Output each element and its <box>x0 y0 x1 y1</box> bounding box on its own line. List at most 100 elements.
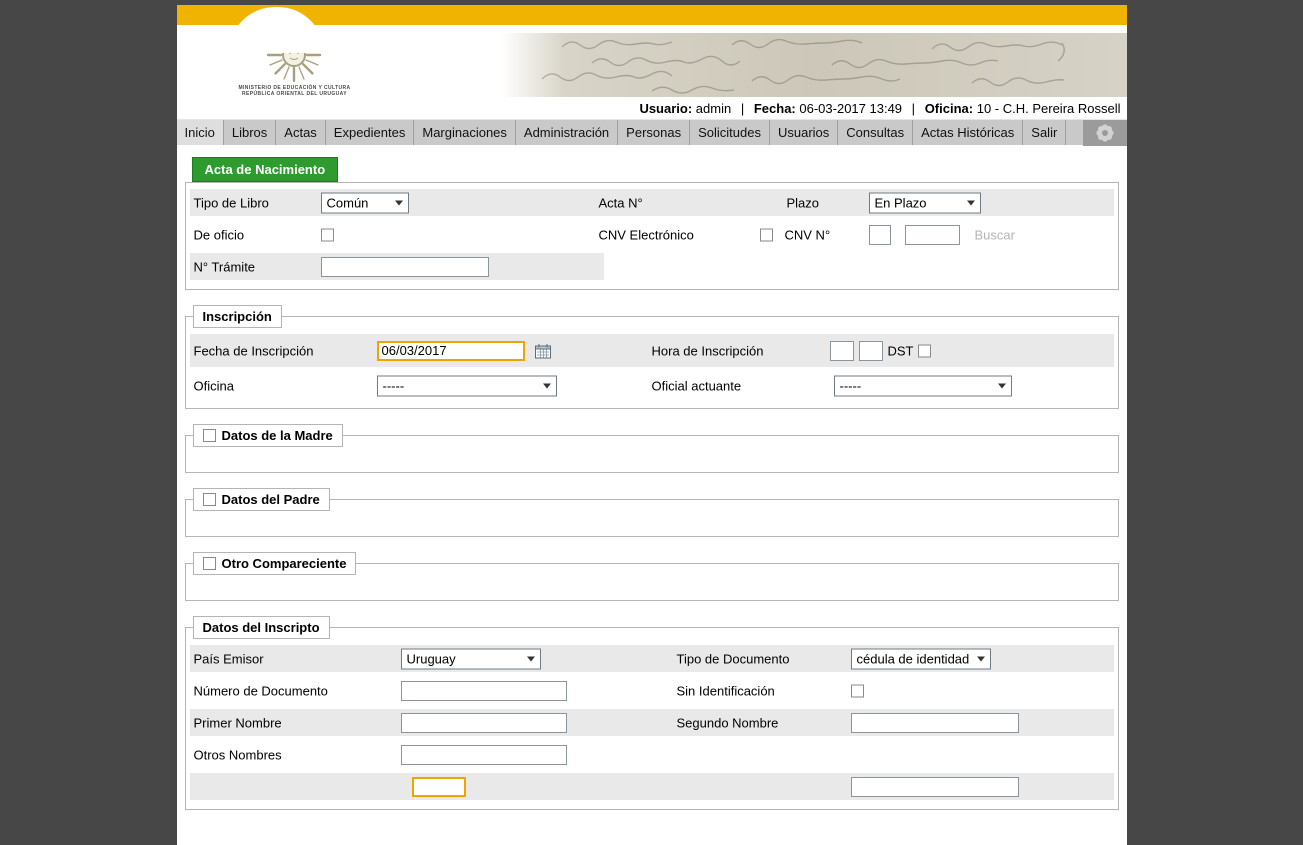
buscar-button[interactable]: Buscar <box>975 227 1015 242</box>
form-row: Fecha de Inscripción Hora de Inscripción… <box>190 334 1114 367</box>
plazo-label: Plazo <box>787 195 820 210</box>
chevron-down-icon <box>967 200 975 205</box>
user-label: Usuario: <box>639 101 692 116</box>
numero-documento-label: Número de Documento <box>194 683 328 698</box>
acta-general-section: Tipo de Libro Común Acta N° Plazo En Pla… <box>185 182 1119 290</box>
otros-nombres-input[interactable] <box>401 745 567 765</box>
inscripcion-section: Inscripción Fecha de Inscripción Hora de… <box>185 305 1119 409</box>
flower-icon <box>1095 123 1115 143</box>
padre-section: Datos del Padre <box>185 488 1119 537</box>
nav-tab-actas-historicas[interactable]: Actas Históricas <box>913 120 1023 145</box>
cnv-digit-input[interactable] <box>869 225 891 245</box>
chevron-down-icon <box>527 656 535 661</box>
pais-emisor-select[interactable]: Uruguay <box>401 648 541 669</box>
office-value: 10 - C.H. Pereira Rossell <box>977 101 1121 116</box>
user-value: admin <box>696 101 731 116</box>
plazo-select[interactable]: En Plazo <box>869 192 981 213</box>
otro-compareciente-empty-area <box>190 581 1114 591</box>
segundo-nombre-label: Segundo Nombre <box>677 715 779 730</box>
calendar-icon[interactable] <box>535 343 551 358</box>
form-row <box>190 773 1114 800</box>
hora-input[interactable] <box>830 341 854 361</box>
madre-legend: Datos de la Madre <box>193 424 343 447</box>
de-oficio-label: De oficio <box>194 227 245 242</box>
oficina-select[interactable]: ----- <box>377 375 557 396</box>
office-label: Oficina: <box>925 101 973 116</box>
separator: | <box>912 101 915 116</box>
fecha-inscripcion-input[interactable] <box>377 341 525 361</box>
inscripcion-legend: Inscripción <box>193 305 282 328</box>
nav-tab-salir[interactable]: Salir <box>1023 120 1066 145</box>
otro-compareciente-checkbox[interactable] <box>203 557 216 570</box>
date-value: 06-03-2017 13:49 <box>799 101 902 116</box>
otros-nombres-label: Otros Nombres <box>194 747 282 762</box>
nav-tab-libros[interactable]: Libros <box>224 120 276 145</box>
oficial-actuante-label: Oficial actuante <box>652 378 742 393</box>
dst-label: DST <box>888 343 914 358</box>
tipo-libro-select[interactable]: Común <box>321 192 409 213</box>
partial-input[interactable] <box>851 777 1019 797</box>
nav-tab-expedientes[interactable]: Expedientes <box>326 120 415 145</box>
sin-identificacion-checkbox[interactable] <box>851 684 864 697</box>
chevron-down-icon <box>977 656 985 661</box>
chevron-down-icon <box>543 383 551 388</box>
nav-tab-usuarios[interactable]: Usuarios <box>770 120 838 145</box>
fecha-inscripcion-label: Fecha de Inscripción <box>194 343 314 358</box>
session-info-bar: Usuario: admin | Fecha: 06-03-2017 13:49… <box>177 97 1127 119</box>
handwriting-decoration <box>502 33 1127 97</box>
top-gold-bar <box>177 5 1127 25</box>
separator: | <box>741 101 744 116</box>
nav-tab-inicio[interactable]: Inicio <box>177 120 224 145</box>
cnv-electronico-label: CNV Electrónico <box>599 227 694 242</box>
otro-compareciente-section: Otro Compareciente <box>185 552 1119 601</box>
padre-legend: Datos del Padre <box>193 488 330 511</box>
tramite-input[interactable] <box>321 257 489 277</box>
pais-emisor-label: País Emisor <box>194 651 264 666</box>
nav-tab-administracion[interactable]: Administración <box>516 120 618 145</box>
primer-nombre-input[interactable] <box>401 713 567 733</box>
minutos-input[interactable] <box>859 341 883 361</box>
hora-inscripcion-label: Hora de Inscripción <box>652 343 764 358</box>
sin-identificacion-label: Sin Identificación <box>677 683 775 698</box>
tipo-documento-select[interactable]: cédula de identidad <box>851 648 991 669</box>
form-row: De oficio CNV Electrónico CNV N° Buscar <box>190 221 1114 248</box>
form-row: Otros Nombres <box>190 741 1114 768</box>
segundo-nombre-input[interactable] <box>851 713 1019 733</box>
nav-tab-marginaciones[interactable]: Marginaciones <box>414 120 516 145</box>
form-row: Tipo de Libro Común Acta N° Plazo En Pla… <box>190 189 1114 216</box>
nav-tab-personas[interactable]: Personas <box>618 120 690 145</box>
main-content: Acta de Nacimiento Tipo de Libro Común A… <box>177 145 1127 845</box>
page-title: Acta de Nacimiento <box>192 157 339 182</box>
inscripto-section: Datos del Inscripto País Emisor Uruguay … <box>185 616 1119 810</box>
dst-checkbox[interactable] <box>918 344 931 357</box>
nav-tab-solicitudes[interactable]: Solicitudes <box>690 120 770 145</box>
otro-compareciente-legend: Otro Compareciente <box>193 552 357 575</box>
form-row: Número de Documento Sin Identificación <box>190 677 1114 704</box>
cnv-numero-input[interactable] <box>905 225 960 245</box>
cnv-electronico-checkbox[interactable] <box>760 228 773 241</box>
primer-nombre-label: Primer Nombre <box>194 715 282 730</box>
numero-documento-input[interactable] <box>401 681 567 701</box>
acta-numero-label: Acta N° <box>599 195 643 210</box>
cnv-numero-label: CNV N° <box>785 227 831 242</box>
nav-settings-button[interactable] <box>1083 120 1127 146</box>
oficina-label: Oficina <box>194 378 234 393</box>
chevron-down-icon <box>998 383 1006 388</box>
inscripto-legend: Datos del Inscripto <box>193 616 330 639</box>
nav-tab-actas[interactable]: Actas <box>276 120 326 145</box>
madre-checkbox[interactable] <box>203 429 216 442</box>
form-row: Primer Nombre Segundo Nombre <box>190 709 1114 736</box>
padre-empty-area <box>190 517 1114 527</box>
tipo-libro-label: Tipo de Libro <box>194 195 269 210</box>
padre-checkbox[interactable] <box>203 493 216 506</box>
app-window: MINISTERIO DE EDUCACIÓN Y CULTURA REPÚBL… <box>177 0 1127 746</box>
oficial-actuante-select[interactable]: ----- <box>834 375 1012 396</box>
form-row: País Emisor Uruguay Tipo de Documento cé… <box>190 645 1114 672</box>
nav-tab-consultas[interactable]: Consultas <box>838 120 913 145</box>
chevron-down-icon <box>395 200 403 205</box>
tipo-documento-label: Tipo de Documento <box>677 651 790 666</box>
manuscript-image <box>502 33 1127 97</box>
partial-input[interactable] <box>412 777 466 797</box>
madre-empty-area <box>190 453 1114 463</box>
de-oficio-checkbox[interactable] <box>321 228 334 241</box>
